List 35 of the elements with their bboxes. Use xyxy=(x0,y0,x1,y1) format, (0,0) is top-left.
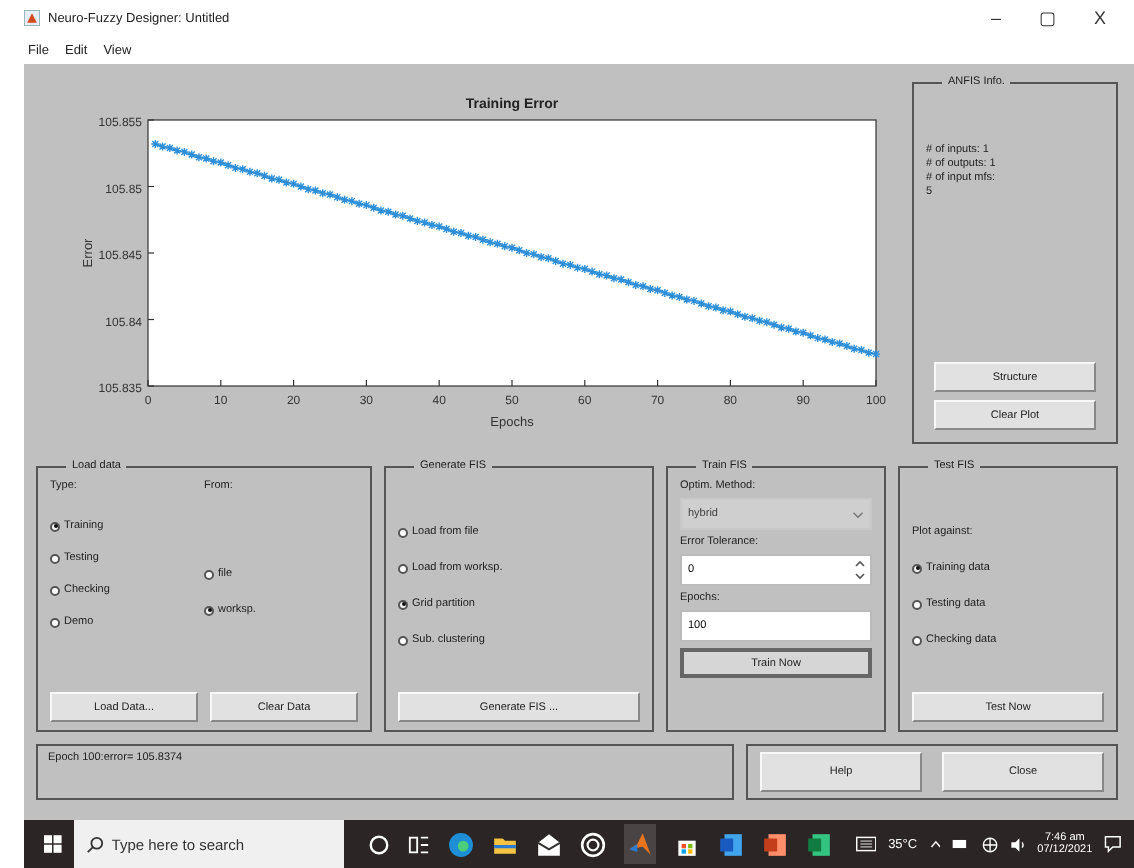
start-icon[interactable] xyxy=(44,832,62,856)
slides-icon[interactable] xyxy=(761,831,788,857)
network-icon[interactable] xyxy=(981,833,998,855)
radio-button[interactable] xyxy=(398,563,408,573)
radio-button[interactable] xyxy=(50,553,60,563)
radio-button[interactable] xyxy=(50,521,60,531)
radio-button[interactable] xyxy=(912,563,922,573)
browser-icon[interactable] xyxy=(447,831,474,857)
radio-button[interactable] xyxy=(50,585,60,595)
window-control[interactable]: ▢ xyxy=(1026,8,1070,28)
chevron-down-icon xyxy=(852,509,864,519)
radio-button[interactable] xyxy=(398,635,408,645)
document-icon[interactable] xyxy=(717,831,744,857)
radio-button[interactable] xyxy=(50,617,60,627)
window-control[interactable]: X xyxy=(1078,8,1122,28)
spreadsheet-icon[interactable] xyxy=(805,831,832,857)
battery-icon[interactable] xyxy=(952,836,970,852)
window-control[interactable]: – xyxy=(974,8,1018,28)
target-icon[interactable] xyxy=(579,831,606,857)
chevron-up-icon[interactable] xyxy=(929,838,941,850)
app-icon xyxy=(24,10,40,26)
task-view-icon[interactable] xyxy=(407,833,430,855)
speaker-icon[interactable] xyxy=(1009,833,1026,855)
notification-icon[interactable] xyxy=(1104,832,1122,856)
radio-button[interactable] xyxy=(204,569,214,579)
mail-icon[interactable] xyxy=(535,831,562,857)
radio-button[interactable] xyxy=(204,605,214,615)
radio-button[interactable] xyxy=(398,599,408,609)
search-icon xyxy=(85,835,104,853)
circle-icon[interactable] xyxy=(367,833,390,855)
peak-icon[interactable] xyxy=(623,824,656,864)
spinner-icon[interactable] xyxy=(854,558,866,582)
radio-button[interactable] xyxy=(912,599,922,609)
radio-button[interactable] xyxy=(398,527,408,537)
radio-button[interactable] xyxy=(912,635,922,645)
